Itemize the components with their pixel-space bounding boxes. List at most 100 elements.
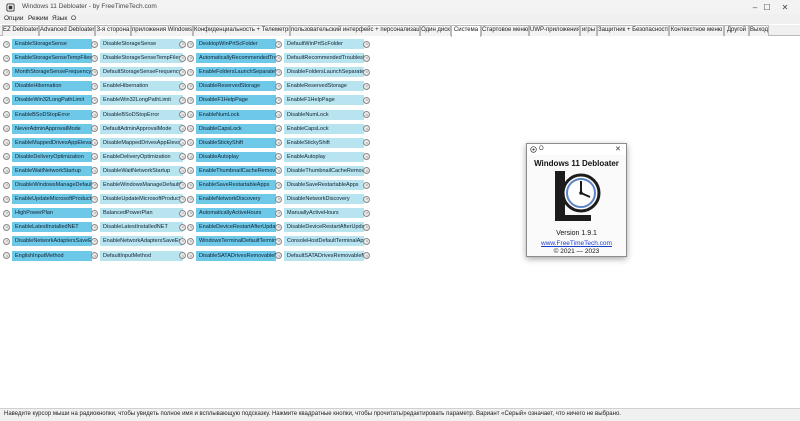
radio-extra-14[interactable] xyxy=(363,237,370,245)
radio-2-11[interactable] xyxy=(187,195,194,203)
radio-0-6[interactable] xyxy=(3,125,10,133)
tweak-button[interactable]: EnableStickyShift xyxy=(284,137,364,148)
radio-extra-11[interactable] xyxy=(363,195,370,203)
radio-extra-13[interactable] xyxy=(363,223,370,231)
tab-other[interactable]: Другой xyxy=(724,25,749,36)
radio-3-3[interactable] xyxy=(275,82,282,90)
radio-mid-14[interactable] xyxy=(179,237,186,245)
radio-3-15[interactable] xyxy=(275,252,282,259)
radio-1-12[interactable] xyxy=(91,209,98,217)
radio-0-8[interactable] xyxy=(3,153,10,161)
tweak-button[interactable]: EnableDeviceRestartAfterUpdate xyxy=(196,222,276,233)
tweak-button[interactable]: DisableCapsLock xyxy=(196,123,276,134)
radio-2-4[interactable] xyxy=(187,96,194,104)
radio-1-14[interactable] xyxy=(91,237,98,245)
tweak-button[interactable]: DefaultStorageSenseFrequency xyxy=(100,67,183,78)
radio-mid-8[interactable] xyxy=(179,153,186,161)
radio-1-6[interactable] xyxy=(91,125,98,133)
radio-1-9[interactable] xyxy=(91,167,98,175)
radio-1-0[interactable] xyxy=(91,40,98,48)
radio-2-14[interactable] xyxy=(187,237,194,245)
tab-third-party[interactable]: 3-я сторона xyxy=(95,25,131,36)
tweak-button[interactable]: DefaultWinPrtScFolder xyxy=(284,39,364,49)
tweak-button[interactable]: DisableStorageSenseTempFiles xyxy=(100,53,183,64)
tweak-button[interactable]: DisableStorageSense xyxy=(100,39,183,49)
tweak-button[interactable]: ManuallyActiveHours xyxy=(284,208,364,219)
radio-0-15[interactable] xyxy=(3,252,10,259)
radio-mid-3[interactable] xyxy=(179,82,186,90)
tweak-button[interactable]: EnableStorageSense xyxy=(12,39,92,49)
tab-uwp-apps[interactable]: UWP-приложения xyxy=(529,25,580,36)
menu-options[interactable]: Опции xyxy=(4,15,24,22)
tweak-button[interactable]: EnableHibernation xyxy=(100,81,183,92)
tab-system[interactable]: Система xyxy=(451,25,481,37)
radio-2-7[interactable] xyxy=(187,139,194,147)
radio-extra-0[interactable] xyxy=(363,40,370,48)
radio-mid-9[interactable] xyxy=(179,167,186,175)
tweak-button[interactable]: DefaultSATADrivesRemovableMedia xyxy=(284,250,364,261)
tweak-button[interactable]: DefaultAdminApprovalMode xyxy=(100,123,183,134)
radio-2-0[interactable] xyxy=(187,40,194,48)
tab-ui-personalization[interactable]: пользовательский интерфейс + персонализа… xyxy=(290,25,420,36)
tweak-button[interactable]: EnableFoldersLaunchSeparateProcess xyxy=(196,67,276,78)
tweak-button[interactable]: EnableUpdateMicrosoftProducts xyxy=(12,194,92,205)
tweak-button[interactable]: DisableF1HelpPage xyxy=(196,95,276,106)
tweak-button[interactable]: EnableDeliveryOptimization xyxy=(100,151,183,162)
about-website-link[interactable]: www.FreeTimeTech.com xyxy=(527,240,626,247)
radio-mid-12[interactable] xyxy=(179,209,186,217)
radio-3-13[interactable] xyxy=(275,223,282,231)
tweak-button[interactable]: MonthStorageSenseFrequency xyxy=(12,67,92,78)
tweak-button[interactable]: EnableBSoDStopError xyxy=(12,109,92,120)
radio-extra-3[interactable] xyxy=(363,82,370,90)
radio-mid-13[interactable] xyxy=(179,223,186,231)
radio-0-3[interactable] xyxy=(3,82,10,90)
tweak-button[interactable]: WindowsTerminalDefaultTerminalApp xyxy=(196,236,276,247)
tweak-button[interactable]: NeverAdminApprovalMode xyxy=(12,123,92,134)
tweak-button[interactable]: EnableWindowsManageDefaultPrinter xyxy=(100,180,183,190)
tweak-button[interactable]: DisableNetworkAdaptersSaveEnergy xyxy=(12,236,92,247)
tweak-button[interactable]: EnableF1HelpPage xyxy=(284,95,364,106)
tweak-button[interactable]: DisableAutoplay xyxy=(196,151,276,162)
menu-mode[interactable]: Режим xyxy=(28,15,48,22)
tweak-button[interactable]: DisableWin32LongPathLimit xyxy=(12,95,92,106)
tweak-button[interactable]: DisableWaitNetworkStartup xyxy=(100,165,183,176)
radio-extra-1[interactable] xyxy=(363,54,370,62)
tweak-button[interactable]: DisableNumLock xyxy=(284,109,364,120)
tweak-button[interactable]: DisableSaveRestartableApps xyxy=(284,180,364,190)
tab-exit[interactable]: Выход xyxy=(749,25,769,36)
radio-2-10[interactable] xyxy=(187,181,194,189)
tweak-button[interactable]: EnableCapsLock xyxy=(284,123,364,134)
radio-mid-10[interactable] xyxy=(179,181,186,189)
radio-0-0[interactable] xyxy=(3,40,10,48)
tweak-button[interactable]: EnableLatestInstalledNET xyxy=(12,222,92,233)
radio-1-5[interactable] xyxy=(91,111,98,118)
radio-3-2[interactable] xyxy=(275,68,282,76)
tweak-button[interactable]: AutomaticallyActiveHours xyxy=(196,208,276,219)
radio-1-15[interactable] xyxy=(91,252,98,259)
radio-2-2[interactable] xyxy=(187,68,194,76)
radio-2-12[interactable] xyxy=(187,209,194,217)
tweak-button[interactable]: DisableDeviceRestartAfterUpdate xyxy=(284,222,364,233)
radio-0-11[interactable] xyxy=(3,195,10,203)
radio-0-7[interactable] xyxy=(3,139,10,147)
tab-advanced-debloater[interactable]: Advanced Debloater xyxy=(39,25,95,36)
radio-1-1[interactable] xyxy=(91,54,98,62)
tab-defender-security[interactable]: Защитник + Безопасность xyxy=(597,25,669,36)
radio-2-6[interactable] xyxy=(187,125,194,133)
tweak-button[interactable]: EnableNumLock xyxy=(196,109,276,120)
radio-1-11[interactable] xyxy=(91,195,98,203)
tweak-button[interactable]: DisableMappedDrivesAppElevatedAccess xyxy=(100,137,183,148)
tweak-button[interactable]: EnableMappedDrivesAppElevatedAccess xyxy=(12,137,92,148)
radio-1-7[interactable] xyxy=(91,139,98,147)
radio-1-10[interactable] xyxy=(91,181,98,189)
radio-extra-15[interactable] xyxy=(363,252,370,259)
tweak-button[interactable]: EnableStorageSenseTempFiles xyxy=(12,53,92,64)
radio-0-10[interactable] xyxy=(3,181,10,189)
close-button[interactable]: ✕ xyxy=(770,0,800,14)
radio-extra-4[interactable] xyxy=(363,96,370,104)
tab-start-menu[interactable]: Стартовое меню xyxy=(481,25,529,36)
tab-onedrive[interactable]: Один диск xyxy=(420,25,451,36)
tweak-button[interactable]: DesktopWinPrtScFolder xyxy=(196,39,276,49)
radio-0-9[interactable] xyxy=(3,167,10,175)
radio-0-1[interactable] xyxy=(3,54,10,62)
